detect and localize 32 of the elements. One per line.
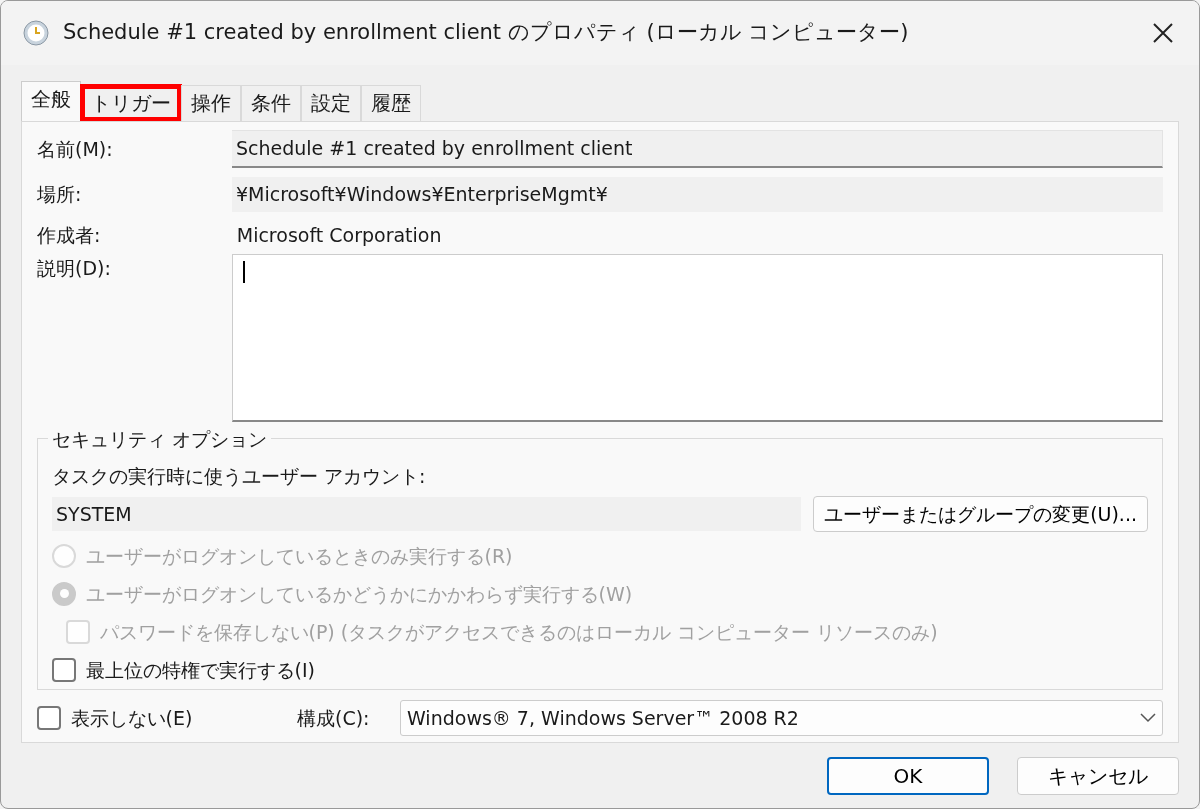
location-field: ¥Microsoft¥Windows¥EnterpriseMgmt¥	[232, 177, 1163, 212]
checkbox[interactable]	[37, 706, 61, 730]
dialog-button[interactable]: キャンセル	[1017, 757, 1179, 795]
field-label: 場所:	[37, 182, 83, 207]
option-label: パスワードを保存しない(P) (タスクがアクセスできるのはローカル コンピューター リソースのみ)	[99, 619, 938, 645]
account-label: タスクの実行時に使うユーザー アカウント:	[52, 464, 427, 490]
name-field[interactable]: Schedule #1 created by enrollment client	[232, 130, 1163, 168]
checkbox-label: 表示しない(E)	[70, 705, 193, 731]
tab[interactable]: 操作	[181, 85, 241, 121]
dialog-button[interactable]: OK	[827, 757, 989, 795]
configure-dropdown[interactable]: Windows® 7, Windows Server™ 2008 R2	[400, 699, 1163, 737]
chevron-down-icon	[1140, 713, 1156, 723]
description-field[interactable]	[232, 254, 1163, 423]
option-label: 最上位の特権で実行する(I)	[85, 657, 315, 683]
account-field: SYSTEM	[52, 496, 802, 531]
tab[interactable]: 設定	[301, 85, 361, 121]
author-value: Microsoft Corporation	[236, 223, 442, 248]
configure-label: 構成(C):	[297, 705, 371, 731]
close-icon	[1152, 22, 1174, 44]
checkbox[interactable]	[52, 657, 76, 682]
option-label: ユーザーがログオンしているときのみ実行する(R)	[85, 543, 513, 569]
tab[interactable]: トリガー	[81, 85, 181, 121]
field-label: 作成者:	[37, 223, 102, 248]
field-label: 説明(D):	[37, 256, 112, 282]
option-label: ユーザーがログオンしているかどうかにかかわらず実行する(W)	[85, 581, 633, 607]
tab[interactable]: 履歴	[361, 85, 421, 121]
tab[interactable]: 全般	[21, 81, 81, 121]
window-title: Schedule #1 created by enrollment client のプロパティ (ローカル コンピューター)	[63, 19, 910, 47]
tab[interactable]: 条件	[241, 85, 301, 121]
clock-icon	[23, 20, 49, 46]
field-label: 名前(M):	[37, 136, 114, 162]
change-user-button[interactable]: ユーザーまたはグループの変更(U)...	[813, 495, 1148, 532]
